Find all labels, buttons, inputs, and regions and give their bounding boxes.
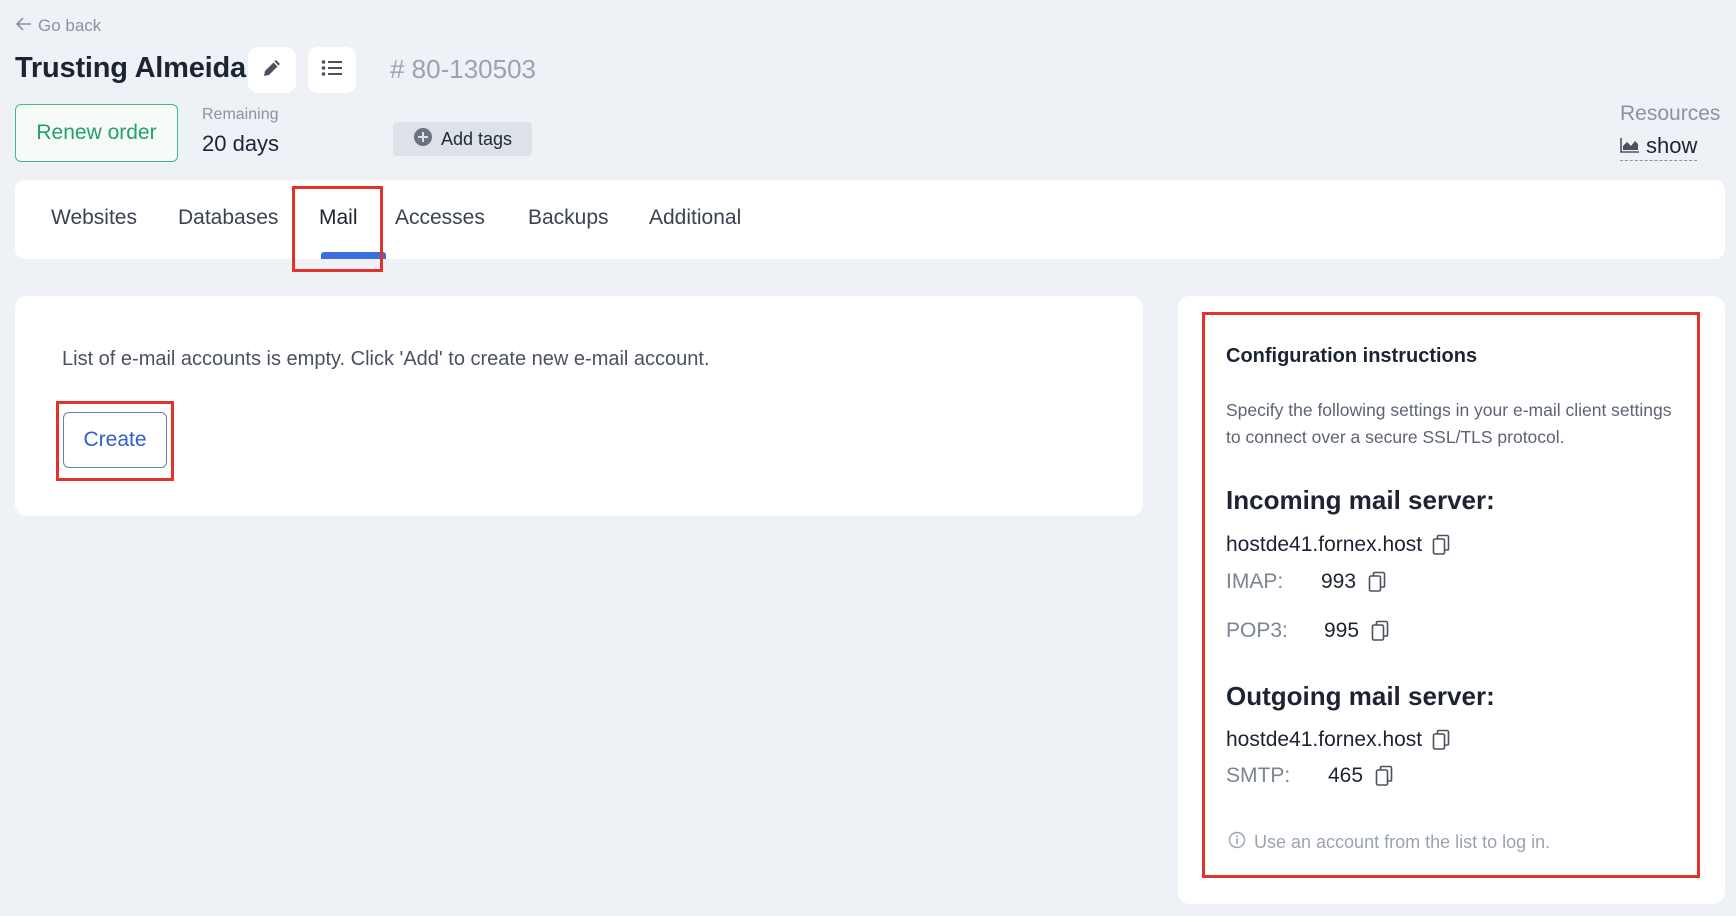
pop3-row: POP3: 995: [1226, 619, 1389, 643]
copy-icon[interactable]: [1368, 571, 1386, 593]
plus-circle-icon: [413, 127, 433, 152]
tab-backups[interactable]: Backups: [528, 206, 609, 230]
resources-label: Resources: [1620, 102, 1721, 125]
list-menu-button[interactable]: [308, 47, 356, 93]
empty-accounts-message: List of e-mail accounts is empty. Click …: [62, 348, 710, 370]
login-note: Use an account from the list to log in.: [1228, 831, 1550, 854]
edit-button[interactable]: [248, 47, 296, 93]
resources-show-label: show: [1646, 133, 1698, 158]
area-chart-icon: [1620, 133, 1640, 159]
imap-row: IMAP: 993: [1226, 570, 1386, 594]
copy-icon[interactable]: [1375, 765, 1393, 787]
go-back-link[interactable]: Go back: [15, 16, 102, 36]
smtp-port: 465: [1328, 764, 1364, 787]
mail-tab-highlight: [292, 186, 383, 272]
smtp-label: SMTP:: [1226, 764, 1291, 787]
copy-icon[interactable]: [1432, 729, 1450, 751]
copy-icon[interactable]: [1432, 534, 1450, 556]
config-description: Specify the following settings in your e…: [1226, 400, 1672, 447]
page-title: Trusting Almeida: [15, 52, 246, 84]
go-back-label: Go back: [38, 16, 102, 35]
list-icon: [321, 59, 343, 82]
order-id: # 80-130503: [390, 54, 537, 84]
pop3-port: 995: [1324, 619, 1360, 642]
outgoing-server-title: Outgoing mail server:: [1226, 681, 1495, 711]
tab-websites[interactable]: Websites: [51, 206, 137, 230]
incoming-host-row: hostde41.fornex.host: [1226, 533, 1450, 557]
resources-show-link[interactable]: show: [1620, 133, 1698, 161]
remaining-label: Remaining: [202, 106, 279, 123]
outgoing-host: hostde41.fornex.host: [1226, 728, 1423, 751]
incoming-server-title: Incoming mail server:: [1226, 485, 1495, 515]
tab-databases[interactable]: Databases: [178, 206, 278, 230]
outgoing-host-row: hostde41.fornex.host: [1226, 728, 1450, 752]
imap-label: IMAP:: [1226, 570, 1284, 593]
login-note-text: Use an account from the list to log in.: [1254, 832, 1551, 852]
add-tags-label: Add tags: [440, 128, 513, 149]
smtp-row: SMTP: 465: [1226, 764, 1393, 788]
copy-icon[interactable]: [1371, 620, 1389, 642]
imap-port: 993: [1321, 570, 1357, 593]
tab-accesses[interactable]: Accesses: [395, 206, 485, 230]
create-button-highlight: [56, 401, 174, 481]
pop3-label: POP3:: [1226, 619, 1288, 642]
config-title: Configuration instructions: [1226, 345, 1478, 367]
mail-accounts-card: [15, 296, 1143, 516]
renew-order-button[interactable]: Renew order: [15, 104, 178, 162]
incoming-host: hostde41.fornex.host: [1226, 533, 1423, 556]
arrow-left-icon: [15, 16, 32, 36]
info-icon: [1228, 831, 1246, 854]
tab-additional[interactable]: Additional: [649, 206, 741, 230]
add-tags-button[interactable]: Add tags: [393, 122, 532, 156]
remaining-value: 20 days: [202, 131, 280, 156]
pencil-icon: [261, 57, 283, 84]
tab-bar: Websites Databases Mail Accesses Backups…: [15, 180, 1725, 259]
